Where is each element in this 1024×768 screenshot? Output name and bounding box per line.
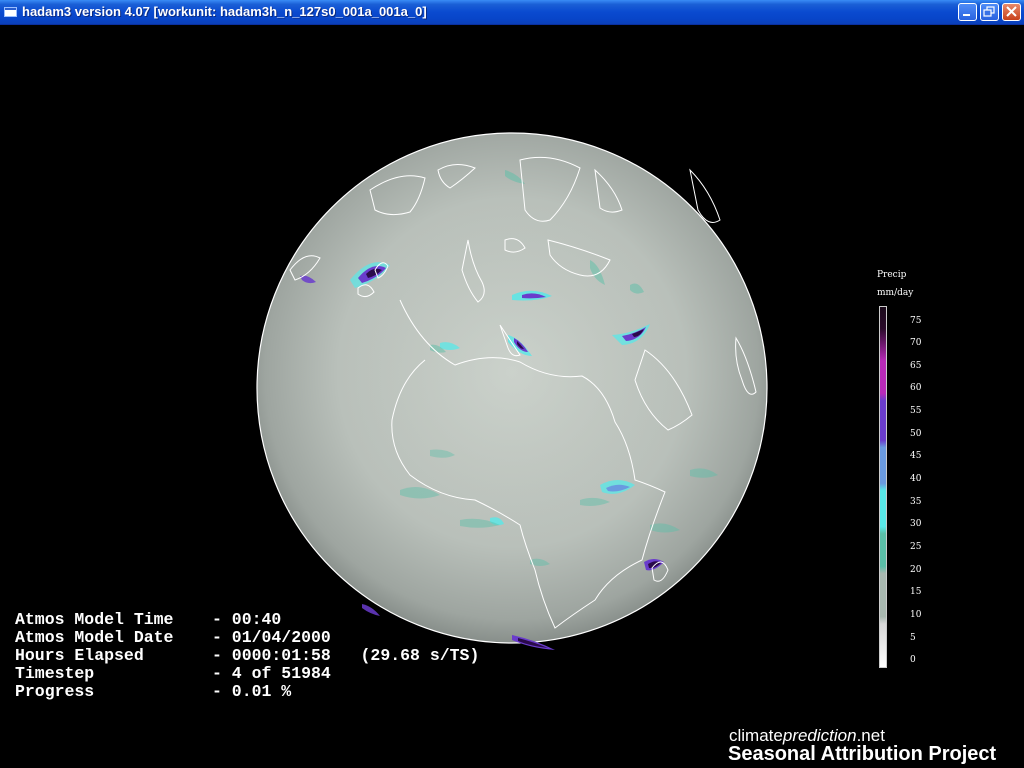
minimize-button[interactable]	[958, 3, 977, 21]
legend-title: Precip	[877, 270, 907, 280]
close-button[interactable]	[1002, 3, 1021, 21]
app-window-icon[interactable]	[4, 7, 17, 17]
stat-label: Hours Elapsed	[15, 646, 144, 665]
legend-units: mm/day	[877, 288, 914, 298]
stat-value: - 0000:01:58 (29.68 s/TS)	[212, 646, 480, 665]
globe-sphere	[256, 132, 768, 644]
stat-value: - 4 of 51984	[212, 664, 331, 683]
legend-tick: 45	[910, 451, 922, 461]
globe-visualization[interactable]	[250, 130, 780, 660]
stat-row-timestep: Timestep - 4 of 51984	[15, 665, 479, 683]
legend-tick: 20	[910, 565, 922, 575]
stat-label: Timestep	[15, 664, 95, 683]
legend-tick: 40	[910, 474, 922, 484]
restore-icon	[983, 6, 995, 17]
minimize-icon	[963, 14, 970, 16]
legend-tick: 65	[910, 361, 922, 371]
window-titlebar[interactable]: hadam3 version 4.07 [workunit: hadam3h_n…	[0, 0, 1024, 25]
legend-tick: 50	[910, 429, 922, 439]
stat-value: - 0.01 %	[212, 682, 292, 701]
stat-value: - 01/04/2000	[212, 628, 331, 647]
stat-row-progress: Progress - 0.01 %	[15, 683, 479, 701]
stat-row-model-time: Atmos Model Time - 00:40	[15, 611, 479, 629]
stat-row-hours-elapsed: Hours Elapsed - 0000:01:58 (29.68 s/TS)	[15, 647, 479, 665]
precip-colorbar	[879, 306, 887, 668]
restore-button[interactable]	[980, 3, 999, 21]
stat-row-model-date: Atmos Model Date - 01/04/2000	[15, 629, 479, 647]
stat-label: Progress	[15, 682, 95, 701]
legend-tick: 25	[910, 542, 922, 552]
legend-tick: 30	[910, 519, 922, 529]
stat-value: - 00:40	[212, 610, 282, 629]
project-name: Seasonal Attribution Project	[728, 743, 997, 765]
legend-tick: 15	[910, 587, 922, 597]
close-icon	[1006, 6, 1017, 17]
legend-tick: 0	[910, 655, 916, 665]
legend-tick: 35	[910, 497, 922, 507]
window-title: hadam3 version 4.07 [workunit: hadam3h_n…	[22, 4, 427, 19]
legend-tick: 5	[910, 633, 916, 643]
legend-tick: 70	[910, 338, 922, 348]
stat-label: Atmos Model Time	[15, 610, 174, 629]
legend-tick: 60	[910, 383, 922, 393]
legend-tick: 55	[910, 406, 922, 416]
stat-label: Atmos Model Date	[15, 628, 174, 647]
legend-tick: 75	[910, 316, 922, 326]
model-stats-panel: Atmos Model Time - 00:40 Atmos Model Date…	[15, 611, 479, 701]
legend-tick: 10	[910, 610, 922, 620]
